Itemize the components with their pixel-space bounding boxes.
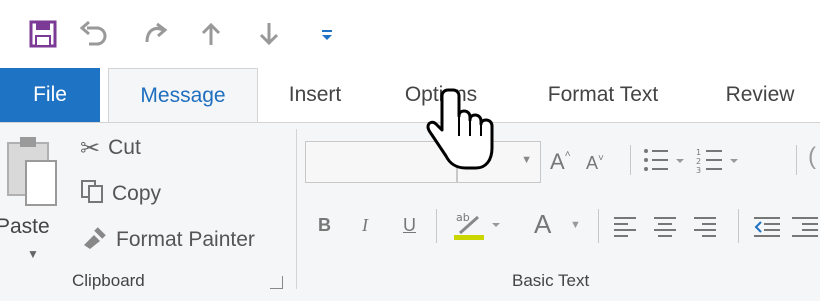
cut-label: Cut [108,136,141,159]
ribbon-panel: Paste ▼ ✂ Cut Copy Format Painter Clipbo… [0,122,820,301]
format-painter-button[interactable]: Format Painter [80,223,255,257]
style-icon[interactable]: ( [808,143,816,171]
bullets-icon[interactable] [642,147,688,178]
align-right-icon[interactable] [694,217,716,242]
up-arrow-icon[interactable] [196,16,226,52]
dialog-launcher-icon[interactable] [270,276,283,289]
separator [630,145,631,175]
chevron-down-icon: ▼ [521,154,532,166]
svg-text:3: 3 [696,166,701,173]
align-center-icon[interactable] [654,217,676,242]
highlighter-icon[interactable]: ab [452,207,512,248]
format-painter-label: Format Painter [116,228,255,251]
undo-icon[interactable] [76,16,112,52]
group-divider [296,129,297,289]
svg-text:ab: ab [456,211,470,224]
ribbon-tabs: File Message Insert Options Format Text … [0,68,820,122]
quick-access-toolbar [0,0,820,68]
underline-button[interactable]: U [403,215,416,236]
tab-file[interactable]: File [0,68,100,122]
paintbrush-icon [80,225,108,255]
svg-text:1: 1 [696,148,701,157]
separator [598,209,599,243]
tab-insert[interactable]: Insert [274,68,356,122]
copy-button[interactable]: Copy [80,177,161,211]
chevron-down-icon: ▼ [27,247,39,261]
align-left-icon[interactable] [614,217,636,242]
copy-label: Copy [112,182,162,205]
customize-qat-icon[interactable] [315,16,339,52]
shrink-font-icon[interactable]: A˅ [586,153,604,174]
paste-button[interactable]: Paste ▼ [0,133,66,273]
paste-label: Paste [0,215,50,238]
separator [738,209,739,243]
scissors-icon: ✂ [80,134,101,162]
copy-icon [80,179,104,209]
hand-pointer-icon [424,86,500,172]
italic-button[interactable]: I [362,215,368,236]
tab-review[interactable]: Review [712,68,808,122]
separator [796,145,797,175]
numbering-icon[interactable]: 1 2 3 [696,147,742,178]
increase-indent-icon[interactable] [792,217,818,242]
separator [436,209,437,243]
tab-format-text[interactable]: Format Text [528,68,678,122]
redo-icon[interactable] [138,16,174,52]
tab-message[interactable]: Message [108,68,258,122]
bold-button[interactable]: B [318,215,331,236]
svg-text:2: 2 [696,157,701,166]
grow-font-icon[interactable]: A˄ [550,149,571,175]
clipboard-group-label: Clipboard [72,271,145,290]
decrease-indent-icon[interactable] [754,217,780,242]
basic-text-group-label: Basic Text [512,271,590,290]
font-color-icon[interactable]: A ▼ [534,209,581,240]
cut-button[interactable]: ✂ Cut [80,131,141,165]
save-icon[interactable] [25,16,61,52]
paste-icon [7,137,57,206]
down-arrow-icon[interactable] [254,16,284,52]
